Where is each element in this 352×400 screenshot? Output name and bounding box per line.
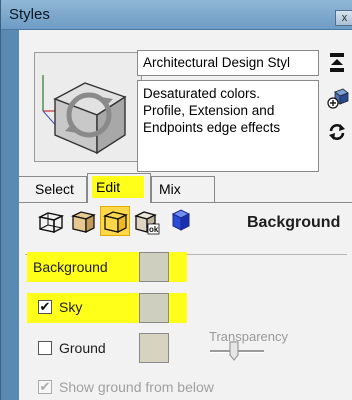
close-button[interactable]: x bbox=[335, 10, 352, 26]
watermark-settings-icon[interactable]: ok bbox=[133, 207, 161, 235]
sky-color-swatch[interactable] bbox=[139, 293, 169, 323]
ground-checkbox[interactable] bbox=[38, 341, 52, 355]
tab-edit-label: Edit bbox=[96, 179, 121, 195]
title-bar[interactable]: Styles x bbox=[1, 0, 352, 30]
background-color-swatch[interactable] bbox=[139, 252, 169, 282]
face-settings-icon[interactable] bbox=[69, 207, 97, 235]
ground-label: Ground bbox=[59, 340, 106, 356]
update-icon[interactable] bbox=[327, 52, 347, 72]
description-line-1: Desaturated colors. bbox=[143, 86, 261, 101]
section-title: Background bbox=[247, 214, 341, 231]
svg-text:ok: ok bbox=[149, 225, 159, 234]
tab-mix[interactable]: Mix bbox=[151, 176, 215, 202]
style-thumbnail-image bbox=[42, 75, 127, 155]
background-label: Background bbox=[33, 259, 108, 275]
create-style-icon[interactable] bbox=[327, 88, 349, 109]
style-thumbnail[interactable] bbox=[34, 52, 142, 162]
show-ground-label: Show ground from below bbox=[59, 379, 214, 395]
refresh-icon[interactable] bbox=[327, 122, 347, 142]
tab-select[interactable]: Select bbox=[19, 176, 87, 202]
styles-panel: Architectural Design Styl Desaturated co… bbox=[19, 30, 352, 400]
transparency-slider-thumb[interactable] bbox=[229, 341, 239, 361]
style-name-field[interactable]: Architectural Design Styl bbox=[137, 50, 319, 76]
styles-window: Styles x Architectural Design Styl Desat… bbox=[0, 0, 352, 400]
ground-color-swatch[interactable] bbox=[139, 333, 169, 363]
tab-edit[interactable]: Edit bbox=[87, 173, 151, 203]
tab-mix-label: Mix bbox=[159, 181, 181, 197]
style-description-field[interactable]: Desaturated colors. Profile, Extension a… bbox=[137, 80, 319, 172]
transparency-label: Transparency bbox=[209, 329, 288, 344]
tabs-baseline bbox=[19, 202, 352, 203]
show-ground-checkbox[interactable]: ✔ bbox=[38, 380, 52, 394]
window-title: Styles bbox=[9, 6, 50, 23]
description-line-3: Endpoints edge effects bbox=[143, 120, 281, 135]
description-line-2: Profile, Extension and bbox=[143, 103, 275, 118]
sky-label: Sky bbox=[59, 299, 83, 315]
edge-settings-icon[interactable] bbox=[37, 207, 65, 235]
modeling-settings-icon[interactable] bbox=[165, 207, 193, 235]
sky-checkbox[interactable]: ✔ bbox=[38, 300, 52, 314]
tab-select-label: Select bbox=[35, 181, 74, 197]
background-settings-icon[interactable] bbox=[100, 206, 130, 236]
